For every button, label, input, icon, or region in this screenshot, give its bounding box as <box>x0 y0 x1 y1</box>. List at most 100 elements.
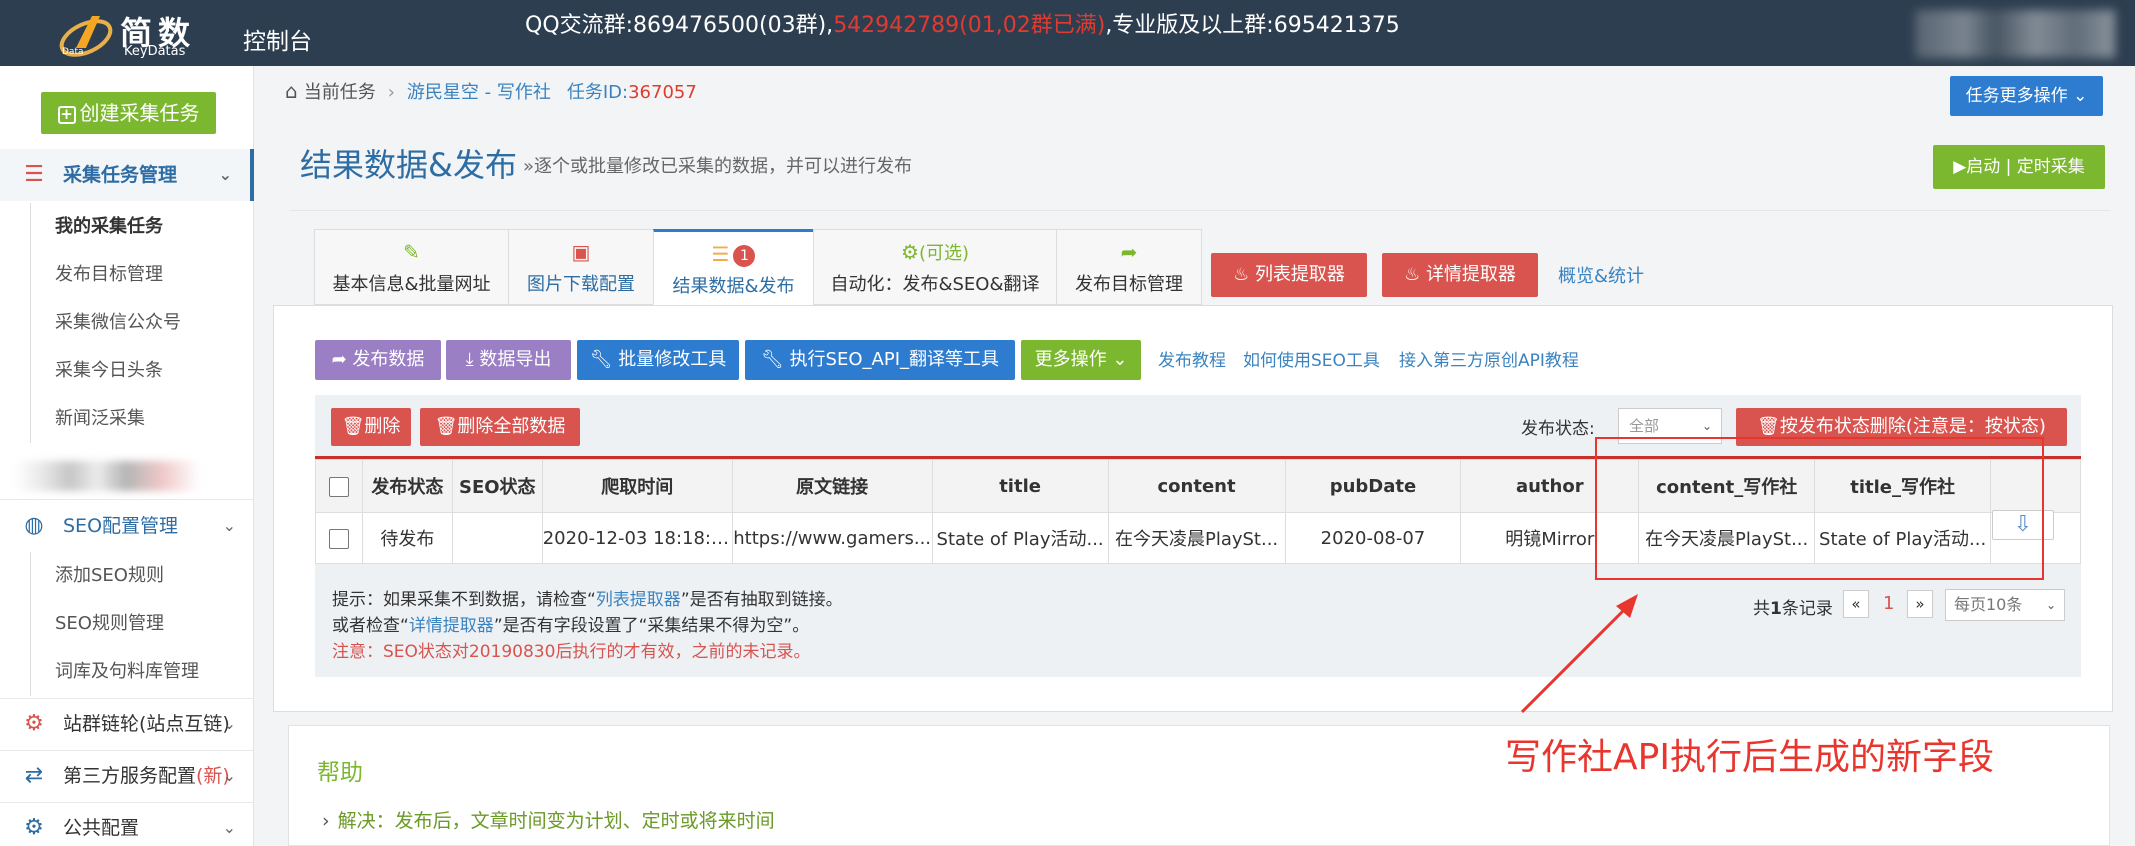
hint-text: 或者检查“ <box>332 616 409 636</box>
pager-current-page[interactable]: 1 <box>1883 593 1894 614</box>
select-all-checkbox[interactable] <box>328 476 349 497</box>
chevron-down-icon: ⌄ <box>222 714 236 733</box>
sidebar-item-wordbank[interactable]: 词库及句料库管理 <box>30 648 250 696</box>
exchange-icon: ⇄ <box>24 763 44 788</box>
seo-api-label: 执行SEO_API_翻译等工具 <box>789 349 1000 370</box>
sidebar-section-label: 采集任务管理 <box>63 164 178 186</box>
detail-extractor-button[interactable]: ♨ 详情提取器 <box>1382 253 1538 297</box>
column-header[interactable]: content <box>1107 459 1286 513</box>
pager-next-button[interactable]: » <box>1907 590 1933 618</box>
tab-badge: 1 <box>733 245 756 267</box>
trash-icon: 🗑︎ <box>1757 416 1780 437</box>
list-icon: ☰ <box>24 162 44 187</box>
sidebar-item-add-seo-rule[interactable]: 添加SEO规则 <box>30 552 250 600</box>
batch-edit-label: 批量修改工具 <box>618 349 727 370</box>
qq-group-text-full: 542942789(01,02群已满) <box>833 13 1106 38</box>
annotation-text: 写作社API执行后生成的新字段 <box>1505 737 1994 778</box>
tab-label: 图片下载配置 <box>527 274 635 295</box>
row-select-cell <box>315 512 363 564</box>
task-more-actions-button[interactable]: 任务更多操作 ⌄ <box>1950 76 2103 116</box>
sidebar-item-seo-rules[interactable]: SEO规则管理 <box>30 600 250 648</box>
cogs-icon: ⚙ <box>901 240 919 264</box>
task-id-label: 任务ID: <box>566 82 629 103</box>
publish-data-label: 发布数据 <box>352 349 425 370</box>
export-data-label: 数据导出 <box>479 349 552 370</box>
image-icon: ▣ <box>571 240 591 264</box>
column-header[interactable]: 爬取时间 <box>541 459 733 513</box>
sidebar-section-seo[interactable]: ◍ SEO配置管理 ⌄ <box>0 500 254 552</box>
pager-total: 共1条记录 <box>1753 594 1833 619</box>
share-icon: ➦ <box>331 349 347 370</box>
tab-result-data[interactable]: ☰ 1 结果数据&发布 <box>653 229 814 305</box>
seo-tool-tutorial-link[interactable]: 如何使用SEO工具 <box>1243 346 1380 371</box>
sidebar-item-blurred[interactable] <box>14 461 200 491</box>
trash-icon: 🗑︎ <box>434 416 458 437</box>
seo-api-button[interactable]: 🔧︎ 执行SEO_API_翻译等工具 <box>745 340 1015 380</box>
user-menu-blurred[interactable] <box>1915 10 2115 58</box>
hint-line-1: 提示：如果采集不到数据，请检查“列表提取器”是否有抽取到链接。 <box>332 585 843 610</box>
sidebar-item-wechat[interactable]: 采集微信公众号 <box>30 299 250 347</box>
pager-prev-button[interactable]: « <box>1843 590 1869 618</box>
sidebar-section-public-config[interactable]: ⚙ 公共配置 ⌄ <box>0 802 254 846</box>
sidebar-item-news[interactable]: 新闻泛采集 <box>30 395 250 443</box>
flame-icon: ♨ <box>1233 264 1250 285</box>
gear-icon: ⚙ <box>24 815 44 840</box>
sidebar-section-site-links[interactable]: ⚙ 站群链轮(站点互链) ⌄ <box>0 698 254 750</box>
overview-stats-link[interactable]: 概览&统计 <box>1558 262 1644 288</box>
console-link[interactable]: 控制台 <box>243 22 312 56</box>
tab-publish-targets[interactable]: ➦ 发布目标管理 <box>1056 229 1202 305</box>
list-extractor-button[interactable]: ♨ 列表提取器 <box>1211 253 1367 297</box>
sidebar-section-third-party[interactable]: ⇄ 第三方服务配置(新) ⌄ <box>0 750 254 802</box>
chevron-down-icon: ⌄ <box>218 165 232 184</box>
chevron-down-icon: ⌄ <box>222 818 236 837</box>
hint-text: ”是否有字段设置了“采集结果不得为空”。 <box>493 616 810 636</box>
create-task-button[interactable]: + 创建采集任务 <box>41 92 216 134</box>
share-icon: ➦ <box>1120 240 1138 264</box>
help-item[interactable]: › 解决：发布后，文章时间变为计划、定时或将来时间 <box>322 806 775 833</box>
sidebar-section-label: 公共配置 <box>63 817 140 839</box>
batch-edit-button[interactable]: 🔧︎ 批量修改工具 <box>577 340 739 380</box>
more-actions-button[interactable]: 更多操作 ⌄ <box>1021 340 1141 380</box>
home-icon[interactable]: ⌂ <box>285 79 298 103</box>
sidebar-item-my-tasks[interactable]: 我的采集任务 <box>30 203 250 251</box>
tab-label: 自动化：发布&SEO&翻译 <box>830 274 1040 295</box>
delete-all-button[interactable]: 🗑︎删除全部数据 <box>420 408 580 446</box>
table-cell: 2020-12-03 18:18:15 <box>541 512 733 564</box>
sidebar-item-toutiao[interactable]: 采集今日头条 <box>30 347 250 395</box>
tab-image-download[interactable]: ▣ 图片下载配置 <box>508 229 654 305</box>
table-cell: 在今天凌晨PlaySt... <box>1107 512 1286 564</box>
svg-text:Data: Data <box>62 47 84 57</box>
per-page-select[interactable]: 每页10条 ⌄ <box>1945 589 2065 621</box>
table-cell-link[interactable]: https://www.gamers... <box>731 512 933 564</box>
start-collect-button[interactable]: ▶启动 | 定时采集 <box>1933 145 2105 189</box>
publish-data-button[interactable]: ➦ 发布数据 <box>315 340 441 380</box>
tab-automation[interactable]: ⚙(可选) 自动化：发布&SEO&翻译 <box>813 229 1057 305</box>
sidebar-item-publish-targets[interactable]: 发布目标管理 <box>30 251 250 299</box>
delete-button[interactable]: 🗑︎删除 <box>331 408 411 446</box>
detail-extractor-label: 详情提取器 <box>1425 264 1516 285</box>
publish-tutorial-link[interactable]: 发布教程 <box>1158 346 1226 371</box>
breadcrumb-task-name[interactable]: 游民星空 - 写作社 <box>407 82 551 103</box>
hint-list-extractor-link[interactable]: 列表提取器 <box>596 590 681 610</box>
column-header[interactable]: 原文链接 <box>731 459 933 513</box>
start-collect-label: 启动 | 定时采集 <box>1966 157 2085 177</box>
table-cell: 待发布 <box>361 512 453 564</box>
publish-status-label: 发布状态: <box>1521 419 1595 439</box>
hint-detail-extractor-link[interactable]: 详情提取器 <box>409 616 494 636</box>
database-icon: ☰ <box>711 242 730 266</box>
tab-basic-info[interactable]: ✎ 基本信息&批量网址 <box>314 229 509 305</box>
tab-label: 发布目标管理 <box>1075 274 1183 295</box>
table-cell <box>451 512 543 564</box>
export-data-button[interactable]: ⤓ 数据导出 <box>446 340 571 380</box>
third-party-api-link[interactable]: 接入第三方原创API教程 <box>1399 346 1579 371</box>
column-header[interactable]: pubDate <box>1284 459 1462 513</box>
logo-icon[interactable]: Data <box>56 8 118 58</box>
row-checkbox[interactable] <box>328 528 349 549</box>
column-header[interactable]: title <box>931 459 1109 513</box>
column-header[interactable]: SEO状态 <box>451 459 543 513</box>
column-header[interactable]: 发布状态 <box>361 459 453 513</box>
pager-total-prefix: 共 <box>1753 599 1770 619</box>
sidebar-section-task-manage[interactable]: ☰ 采集任务管理 ⌄ <box>0 149 254 201</box>
table-cell: State of Play活动... <box>931 512 1109 564</box>
chevron-down-icon: ⌄ <box>1112 349 1128 370</box>
